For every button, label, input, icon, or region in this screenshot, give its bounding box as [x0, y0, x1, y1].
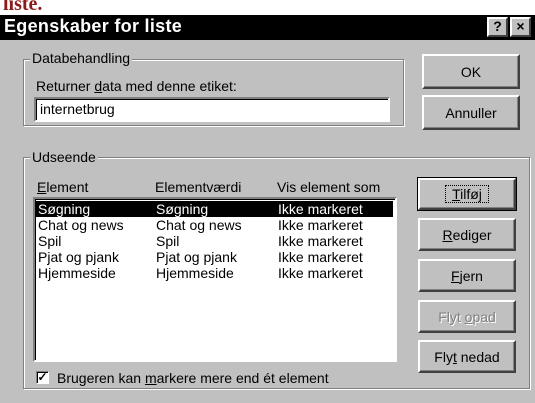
- data-handling-legend: Databehandling: [30, 50, 133, 66]
- list-item-value: Hjemmeside: [156, 265, 234, 281]
- list-item-value: Spil: [156, 233, 180, 249]
- list-item-show-as: Ikke markeret: [278, 249, 363, 265]
- list-item-element: Spil: [38, 233, 62, 249]
- close-button[interactable]: ×: [510, 17, 531, 37]
- multi-select-label[interactable]: Brugeren kan markere mere end ét element: [57, 370, 329, 386]
- return-data-label: Returner data med denne etiket:: [36, 78, 237, 94]
- list-item[interactable]: Pjat og pjank Pjat og pjank Ikke markere…: [36, 249, 393, 265]
- list-item-element: Chat og news: [38, 217, 124, 233]
- page-caption: liste.: [3, 0, 43, 15]
- appearance-legend: Udseende: [30, 149, 98, 165]
- cancel-label: Annuller: [445, 104, 497, 121]
- help-icon: ?: [493, 18, 502, 34]
- column-header-element[interactable]: Element: [37, 179, 88, 195]
- add-label: Tilføj: [445, 185, 489, 203]
- list-item[interactable]: Søgning Søgning Ikke markeret: [36, 201, 393, 217]
- element-listbox[interactable]: Søgning Søgning Ikke markeret Chat og ne…: [33, 197, 397, 362]
- edit-label: Rediger: [442, 226, 492, 243]
- multi-select-checkbox[interactable]: ✓: [36, 371, 49, 384]
- help-button[interactable]: ?: [487, 17, 508, 37]
- list-item-show-as: Ikke markeret: [278, 233, 363, 249]
- list-item-element: Hjemmeside: [38, 265, 116, 281]
- ok-button[interactable]: OK: [422, 54, 520, 89]
- column-header-value[interactable]: Elementværdi: [155, 179, 241, 195]
- remove-button[interactable]: Fjern: [418, 259, 516, 292]
- title-bar[interactable]: Egenskaber for liste ? ×: [0, 15, 535, 40]
- close-icon: ×: [516, 18, 525, 34]
- edit-button[interactable]: Rediger: [418, 218, 516, 251]
- label-input[interactable]: internetbrug: [34, 97, 390, 122]
- move-up-label: Flyt opad: [438, 308, 496, 325]
- list-item-element: Søgning: [38, 201, 91, 217]
- move-down-label: Flyt nedad: [434, 348, 500, 365]
- list-item[interactable]: Chat og news Chat og news Ikke markeret: [36, 217, 393, 233]
- list-item-value: Chat og news: [156, 217, 242, 233]
- cancel-button[interactable]: Annuller: [422, 95, 520, 130]
- ok-label: OK: [460, 63, 482, 80]
- list-item-value: Søgning: [156, 201, 209, 217]
- list-item-show-as: Ikke markeret: [278, 265, 363, 281]
- properties-dialog: Egenskaber for liste ? × Databehandling …: [0, 15, 535, 403]
- remove-label: Fjern: [451, 267, 483, 284]
- list-item[interactable]: Spil Spil Ikke markeret: [36, 233, 393, 249]
- add-button[interactable]: Tilføj: [417, 177, 517, 211]
- list-item-show-as: Ikke markeret: [278, 201, 363, 217]
- list-item-element: Pjat og pjank: [38, 249, 119, 265]
- list-item[interactable]: Hjemmeside Hjemmeside Ikke markeret: [36, 265, 393, 281]
- list-item-show-as: Ikke markeret: [278, 217, 363, 233]
- move-down-button[interactable]: Flyt nedad: [418, 340, 516, 373]
- dialog-title: Egenskaber for liste: [4, 16, 183, 36]
- column-header-show-as[interactable]: Vis element som: [277, 179, 380, 195]
- move-up-button[interactable]: Flyt opad: [418, 300, 516, 333]
- list-item-value: Pjat og pjank: [156, 249, 237, 265]
